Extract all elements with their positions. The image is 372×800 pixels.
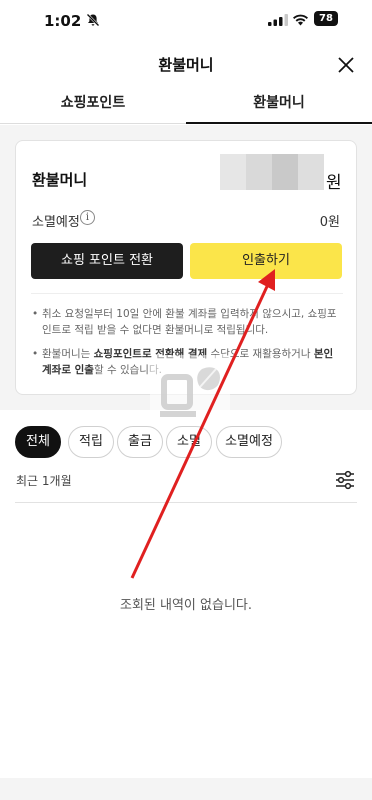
bell-slash-icon [86, 13, 100, 27]
list-divider [15, 502, 357, 503]
expire-label: 소멸예정 [32, 215, 80, 230]
bottom-safe-area [0, 778, 372, 800]
convert-to-shopping-point-button[interactable]: 쇼핑 포인트 전환 [31, 243, 183, 279]
empty-history-message: 조회된 내역이 없습니다. [120, 598, 252, 613]
filter-chip-expired[interactable]: 소멸 [166, 426, 212, 458]
filter-chip-all[interactable]: 전체 [15, 426, 61, 458]
status-time: 1:02 [44, 12, 82, 30]
card-divider [31, 293, 343, 294]
info-icon[interactable]: i [80, 210, 95, 225]
status-bar: 1:02 78 [0, 0, 372, 44]
wifi-icon [293, 14, 308, 26]
cellular-signal-icon [268, 14, 288, 26]
balance-title: 환불머니 [32, 171, 88, 189]
expire-value: 0원 [319, 215, 340, 230]
balance-unit: 원 [326, 173, 342, 193]
close-icon[interactable] [335, 54, 357, 76]
filter-chip-withdrawal[interactable]: 출금 [117, 426, 163, 458]
filter-chip-expire-scheduled[interactable]: 소멸예정 [216, 426, 282, 458]
withdraw-button[interactable]: 인출하기 [190, 243, 342, 279]
period-label: 최근 1개월 [16, 474, 72, 488]
watermark-logo [150, 355, 230, 425]
filter-chip-earn[interactable]: 적립 [68, 426, 114, 458]
tab-refund-money[interactable]: 환불머니 [186, 86, 372, 124]
tab-bar: 쇼핑포인트 환불머니 [0, 86, 372, 124]
balance-amount-redacted [220, 154, 324, 190]
page-header: 환불머니 [0, 44, 372, 84]
notice-item: 취소 요청일부터 10일 안에 환불 계좌를 입력하지 않으시고, 쇼핑포인트로… [32, 306, 344, 338]
filter-sliders-icon[interactable] [334, 470, 356, 490]
page-title: 환불머니 [158, 56, 214, 74]
tab-shopping-point[interactable]: 쇼핑포인트 [0, 86, 186, 124]
battery-indicator: 78 [314, 11, 338, 26]
